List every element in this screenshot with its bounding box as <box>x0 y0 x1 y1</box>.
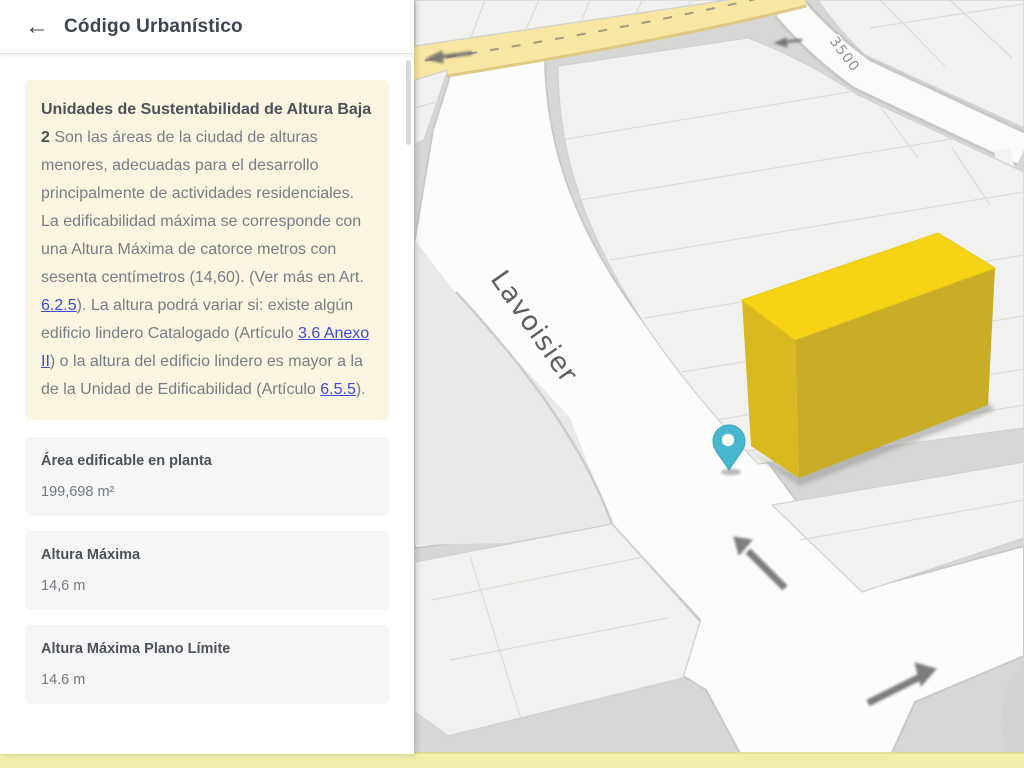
sidebar-panel: ← Código Urbanístico Unidades de Sustent… <box>0 0 414 754</box>
info-text: Son las áreas de la ciudad de alturas me… <box>41 129 364 286</box>
info-card: Altura Máxima Plano Límite 14.6 m <box>25 625 389 704</box>
app-window: Lavoisier 3500 <box>0 0 1024 768</box>
info-cards: Área edificable en planta 199,698 m² Alt… <box>25 437 389 704</box>
road-bottom-yellow <box>0 753 1024 768</box>
info-card: Altura Máxima 14,6 m <box>25 531 389 610</box>
pin-dot <box>722 434 734 446</box>
card-label: Altura Máxima <box>41 546 373 564</box>
info-box-body: Son las áreas de la ciudad de alturas me… <box>41 129 369 398</box>
card-value: 199,698 m² <box>41 483 373 501</box>
back-arrow-icon[interactable]: ← <box>25 15 49 39</box>
card-value: 14.6 m <box>41 671 373 689</box>
info-card: Área edificable en planta 199,698 m² <box>25 437 389 516</box>
info-text: ) o la altura del edificio lindero es ma… <box>41 353 363 398</box>
card-label: Área edificable en planta <box>41 452 373 470</box>
card-label: Altura Máxima Plano Límite <box>41 640 373 658</box>
sidebar-scrollbar[interactable] <box>406 60 411 145</box>
page-title: Código Urbanístico <box>64 16 243 38</box>
pin-shadow <box>721 469 741 476</box>
info-text: ). <box>356 381 366 398</box>
sidebar-header: ← Código Urbanístico <box>0 0 414 54</box>
article-link[interactable]: 6.2.5 <box>41 297 77 314</box>
zoning-info-box: Unidades de Sustentabilidad de Altura Ba… <box>25 80 389 420</box>
article-link[interactable]: 6.5.5 <box>320 381 356 398</box>
sidebar-content: Unidades de Sustentabilidad de Altura Ba… <box>0 54 414 754</box>
card-value: 14,6 m <box>41 577 373 595</box>
